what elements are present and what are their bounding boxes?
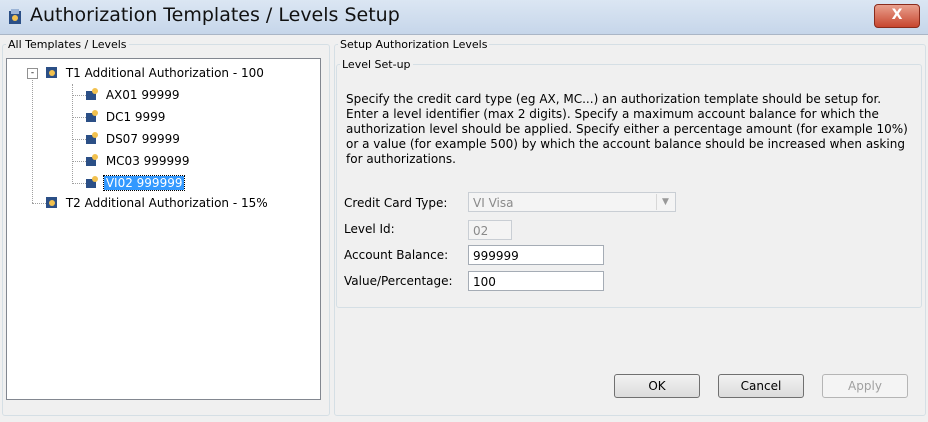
tree-item-label: DC1 9999 — [105, 110, 166, 124]
tree-item-ds07[interactable]: DS07 99999 — [84, 130, 182, 146]
tree-item-label: T1 Additional Authorization - 100 — [65, 66, 264, 80]
credit-card-type-select[interactable]: VI Visa ▼ — [468, 192, 676, 212]
app-icon — [9, 9, 21, 24]
credit-card-type-value: VI Visa — [473, 196, 514, 210]
apply-button[interactable]: Apply — [822, 374, 908, 398]
ok-button[interactable]: OK — [614, 374, 700, 398]
level-icon — [86, 88, 98, 100]
level-icon — [86, 110, 98, 122]
level-id-field[interactable]: 02 — [468, 220, 512, 240]
tree-item-label: DS07 99999 — [105, 132, 180, 146]
tree-item-ax01[interactable]: AX01 99999 — [84, 86, 182, 102]
tree-item-mc03[interactable]: MC03 999999 — [84, 152, 191, 168]
level-icon — [86, 132, 98, 144]
tree-item-label: VI02 999999 — [102, 175, 186, 191]
chevron-down-icon[interactable]: ▼ — [656, 194, 674, 210]
tree-item-vi02[interactable]: VI02 999999 — [84, 174, 186, 191]
account-balance-label: Account Balance: — [344, 248, 449, 262]
templates-legend: All Templates / Levels — [8, 38, 127, 51]
template-icon — [46, 67, 57, 78]
level-id-label: Level Id: — [344, 222, 395, 236]
level-icon — [86, 176, 98, 188]
window-title: Authorization Templates / Levels Setup — [30, 4, 400, 26]
tree-item-dc1[interactable]: DC1 9999 — [84, 108, 167, 124]
instructions-text: Specify the credit card type (eg AX, MC.… — [346, 92, 908, 166]
tree-line — [72, 84, 73, 184]
credit-card-type-label: Credit Card Type: — [344, 196, 448, 210]
tree-item-t2[interactable]: T2 Additional Authorization - 15% — [44, 194, 270, 210]
title-bar: Authorization Templates / Levels Setup X — [0, 0, 928, 35]
cancel-button[interactable]: Cancel — [718, 374, 804, 398]
tree-item-label: MC03 999999 — [105, 154, 190, 168]
level-icon — [86, 154, 98, 166]
template-icon — [46, 197, 57, 208]
account-balance-field[interactable]: 999999 — [468, 245, 604, 265]
close-button[interactable]: X — [874, 4, 920, 28]
value-percentage-field[interactable]: 100 — [468, 271, 604, 291]
level-setup-legend: Level Set-up — [342, 58, 411, 71]
tree-item-t1[interactable]: T1 Additional Authorization - 100 — [44, 64, 266, 80]
tree-item-label: T2 Additional Authorization - 15% — [65, 196, 268, 210]
tree-collapse-toggle[interactable]: - — [27, 68, 38, 79]
tree-line — [32, 80, 33, 203]
tree-item-label: AX01 99999 — [105, 88, 180, 102]
value-percentage-label: Value/Percentage: — [344, 274, 453, 288]
setup-levels-legend: Setup Authorization Levels — [340, 38, 488, 51]
